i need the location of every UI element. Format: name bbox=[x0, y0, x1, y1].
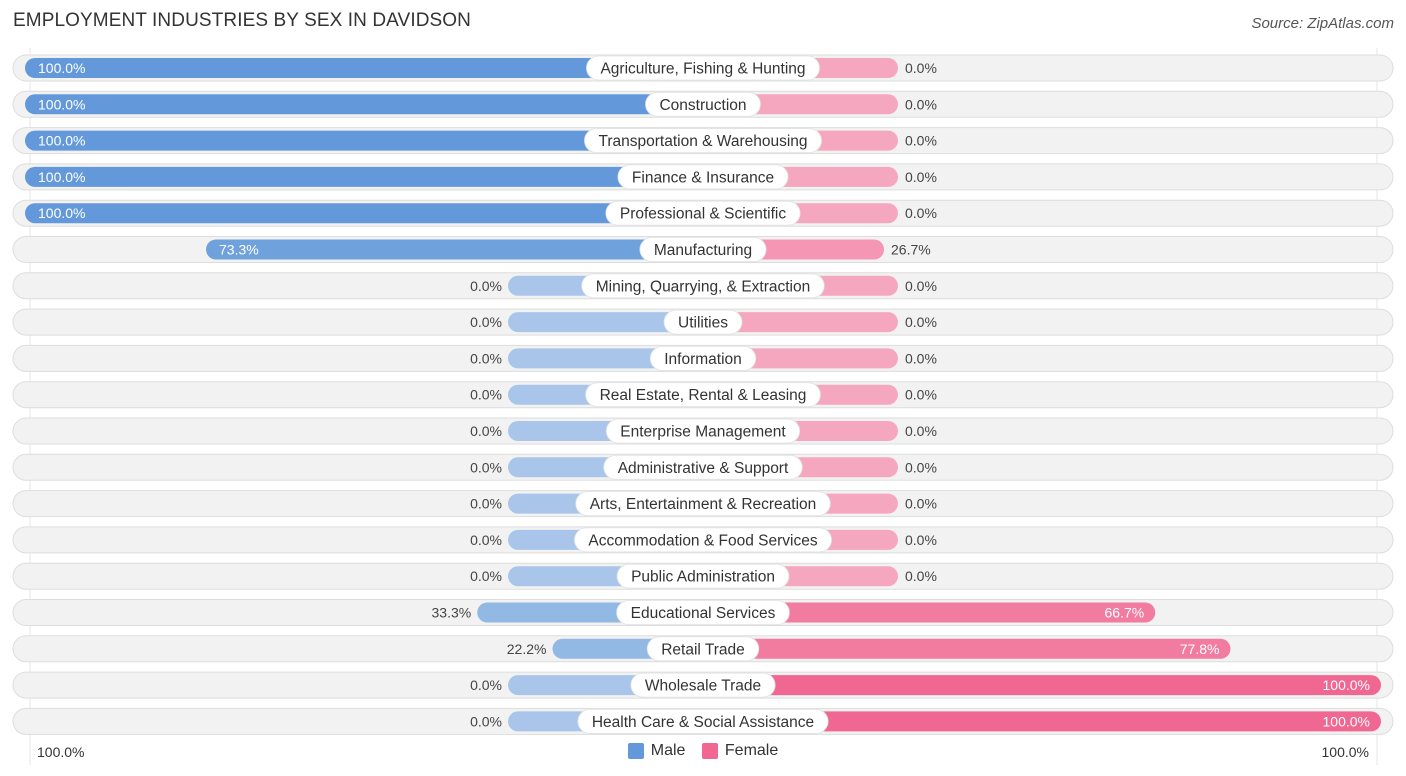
female-value-label: 0.0% bbox=[905, 60, 937, 76]
category-label: Agriculture, Fishing & Hunting bbox=[600, 61, 805, 78]
legend-label-female: Female bbox=[724, 742, 779, 759]
female-value-label: 100.0% bbox=[1323, 677, 1370, 693]
legend-item-male[interactable]: Male bbox=[627, 742, 686, 760]
male-value-label: 0.0% bbox=[470, 387, 502, 403]
male-value-label: 33.3% bbox=[432, 605, 472, 621]
female-value-label: 0.0% bbox=[905, 278, 937, 294]
category-label: Professional & Scientific bbox=[620, 206, 787, 223]
category-label: Health Care & Social Assistance bbox=[592, 714, 814, 731]
female-value-label: 0.0% bbox=[905, 350, 937, 366]
male-value-label: 100.0% bbox=[38, 96, 85, 112]
male-value-label: 100.0% bbox=[38, 169, 85, 185]
male-bar bbox=[25, 94, 703, 115]
female-value-label: 0.0% bbox=[905, 459, 937, 475]
female-value-label: 66.7% bbox=[1105, 605, 1145, 621]
female-value-label: 0.0% bbox=[905, 133, 937, 149]
female-value-label: 77.8% bbox=[1180, 641, 1220, 657]
male-value-label: 22.2% bbox=[507, 641, 547, 657]
category-label: Administrative & Support bbox=[618, 460, 789, 477]
category-label: Educational Services bbox=[631, 605, 776, 622]
bar-row: 100.0% 0.0% Transportation & Warehousing bbox=[12, 127, 1394, 155]
female-value-label: 0.0% bbox=[905, 169, 937, 185]
category-label: Enterprise Management bbox=[620, 424, 786, 441]
legend-swatch-male bbox=[627, 743, 644, 759]
male-value-label: 0.0% bbox=[470, 496, 502, 512]
bar-row: 0.0% 0.0% Accommodation & Food Services bbox=[12, 526, 1394, 554]
female-value-label: 0.0% bbox=[905, 532, 937, 548]
female-value-label: 26.7% bbox=[891, 242, 931, 258]
category-label: Construction bbox=[659, 97, 746, 114]
male-value-label: 100.0% bbox=[38, 60, 85, 76]
male-value-label: 0.0% bbox=[470, 278, 502, 294]
female-bar bbox=[703, 675, 1381, 696]
category-label: Transportation & Warehousing bbox=[598, 133, 807, 150]
bar-row: 100.0% 0.0% Finance & Insurance bbox=[12, 163, 1394, 191]
bar-row: 0.0% 0.0% Public Administration bbox=[12, 562, 1394, 590]
male-value-label: 0.0% bbox=[470, 350, 502, 366]
bar-row: 0.0% 0.0% Utilities bbox=[12, 308, 1394, 336]
bar-row: 33.3% 66.7% Educational Services bbox=[12, 599, 1394, 626]
bar-row: 0.0% 100.0% Wholesale Trade bbox=[12, 671, 1394, 699]
legend-item-female[interactable]: Female bbox=[701, 742, 779, 760]
category-label: Utilities bbox=[678, 315, 728, 332]
legend: Male Female bbox=[0, 742, 1406, 764]
bar-row: 100.0% 0.0% Construction bbox=[12, 90, 1394, 118]
male-value-label: 73.3% bbox=[219, 242, 259, 258]
category-label: Accommodation & Food Services bbox=[588, 532, 817, 549]
female-value-label: 0.0% bbox=[905, 568, 937, 584]
category-label: Information bbox=[664, 351, 742, 368]
bar-row: 73.3% 26.7% Manufacturing bbox=[12, 236, 1394, 263]
female-value-label: 0.0% bbox=[905, 423, 937, 439]
category-label: Retail Trade bbox=[661, 641, 745, 658]
category-label: Manufacturing bbox=[654, 242, 752, 259]
female-bar bbox=[703, 638, 1231, 659]
bar-row: 100.0% 0.0% Agriculture, Fishing & Hunting bbox=[12, 54, 1394, 82]
male-value-label: 0.0% bbox=[470, 423, 502, 439]
male-bar bbox=[25, 203, 703, 224]
category-label: Arts, Entertainment & Recreation bbox=[590, 496, 817, 513]
legend-label-male: Male bbox=[650, 742, 686, 759]
male-bar bbox=[25, 166, 703, 187]
category-label: Public Administration bbox=[631, 569, 775, 586]
female-value-label: 0.0% bbox=[905, 205, 937, 221]
category-label: Finance & Insurance bbox=[632, 169, 774, 186]
bar-row: 0.0% 0.0% Information bbox=[12, 344, 1394, 372]
bar-row: 0.0% 0.0% Mining, Quarrying, & Extraction bbox=[12, 272, 1394, 300]
legend-swatch-female bbox=[701, 743, 718, 759]
male-value-label: 0.0% bbox=[470, 459, 502, 475]
bar-row: 0.0% 100.0% Health Care & Social Assistanc… bbox=[12, 707, 1394, 735]
bar-row: 22.2% 77.8% Retail Trade bbox=[12, 635, 1394, 663]
male-value-label: 0.0% bbox=[470, 314, 502, 330]
bar-row: 0.0% 0.0% Real Estate, Rental & Leasing bbox=[12, 381, 1394, 409]
male-bar bbox=[206, 239, 703, 260]
female-value-label: 0.0% bbox=[905, 496, 937, 512]
male-value-label: 0.0% bbox=[470, 713, 502, 729]
male-value-label: 0.0% bbox=[470, 677, 502, 693]
category-label: Real Estate, Rental & Leasing bbox=[600, 387, 807, 404]
female-value-label: 0.0% bbox=[905, 387, 937, 403]
male-value-label: 0.0% bbox=[470, 532, 502, 548]
male-value-label: 100.0% bbox=[38, 205, 85, 221]
bar-row: 0.0% 0.0% Arts, Entertainment & Recreation bbox=[12, 490, 1394, 518]
diverging-bar-chart: 100.0% 0.0% Agriculture, Fishing & Hunting… bbox=[12, 48, 1394, 765]
bar-row: 100.0% 0.0% Professional & Scientific bbox=[12, 199, 1394, 227]
female-value-label: 0.0% bbox=[905, 96, 937, 112]
bar-row: 0.0% 0.0% Enterprise Management bbox=[12, 417, 1394, 445]
male-value-label: 100.0% bbox=[38, 133, 85, 149]
female-value-label: 100.0% bbox=[1323, 713, 1370, 729]
female-value-label: 0.0% bbox=[905, 314, 937, 330]
male-value-label: 0.0% bbox=[470, 568, 502, 584]
category-label: Mining, Quarrying, & Extraction bbox=[596, 278, 811, 295]
bar-row: 0.0% 0.0% Administrative & Support bbox=[12, 453, 1394, 481]
category-label: Wholesale Trade bbox=[645, 678, 761, 695]
